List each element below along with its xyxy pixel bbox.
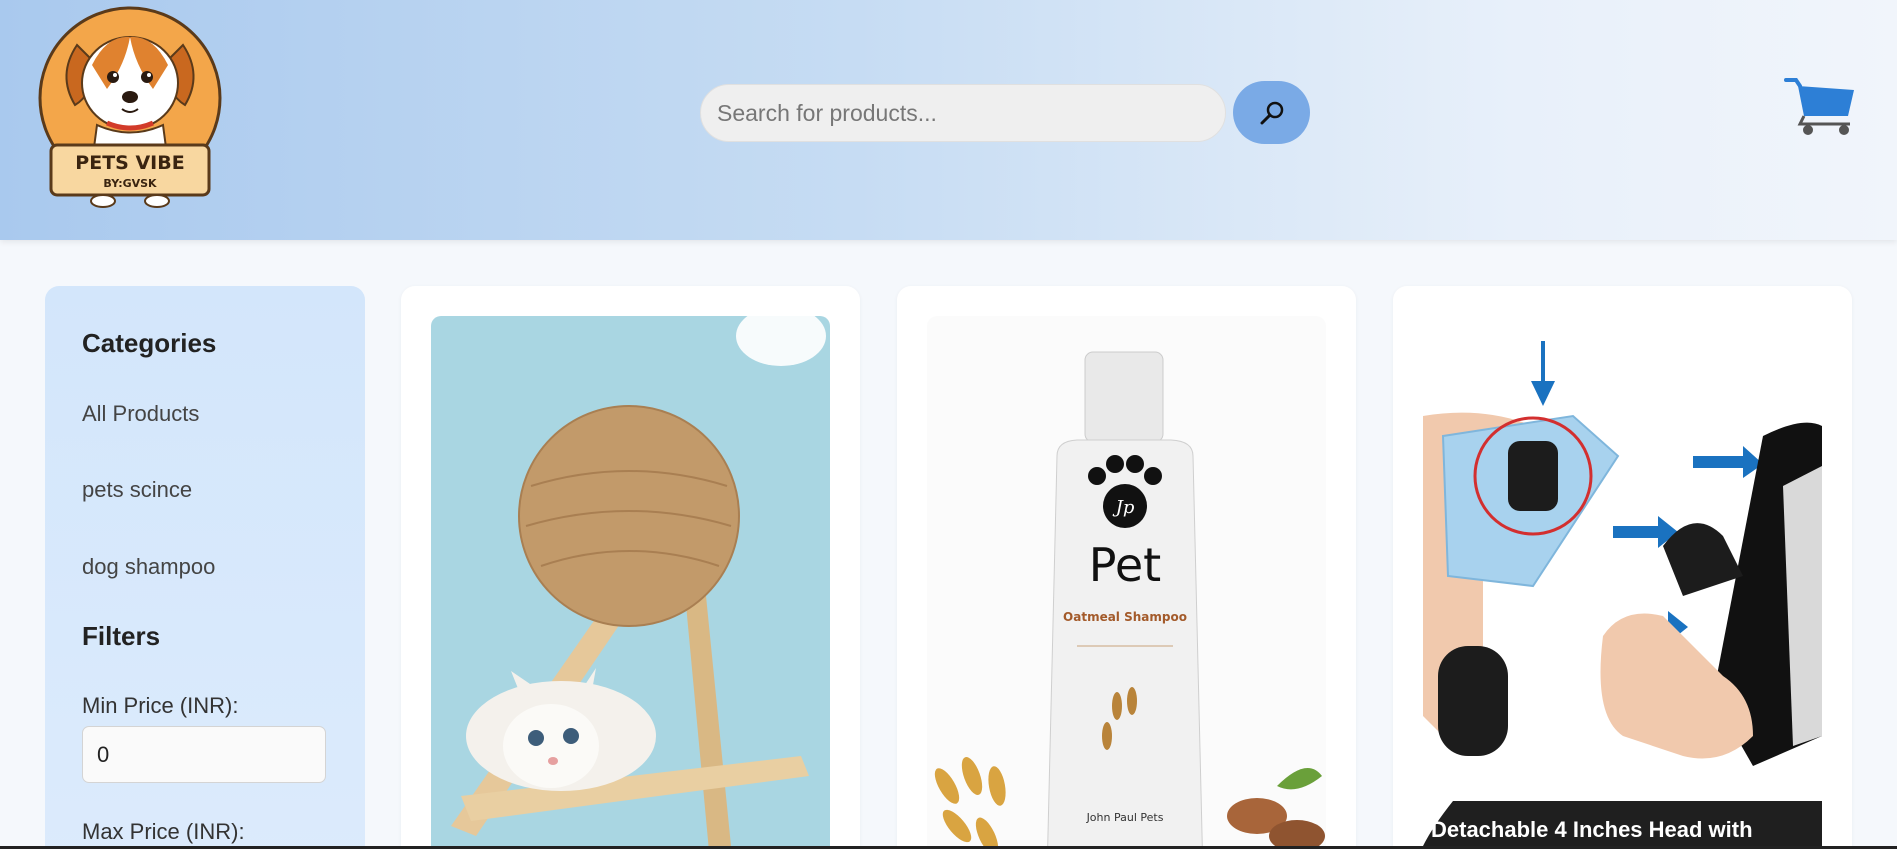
search-bar	[700, 81, 1310, 144]
min-price-label: Min Price (INR):	[82, 693, 239, 718]
categories-heading: Categories	[82, 328, 217, 358]
product-card[interactable]	[401, 286, 860, 849]
cart-button[interactable]	[1784, 76, 1856, 138]
product-image-shampoo[interactable]: Jp Pet Oatmeal Shampoo John Paul Pets	[927, 316, 1326, 849]
grooming-tool-image	[1423, 316, 1822, 849]
product-card[interactable]: Detachable 4 Inches Head with	[1393, 286, 1852, 849]
svg-text:Jp: Jp	[1112, 497, 1135, 518]
product-banner-text: Detachable 4 Inches Head with	[1431, 817, 1753, 842]
svg-text:BY:GVSK: BY:GVSK	[103, 177, 157, 190]
shopping-cart-icon	[1784, 78, 1854, 135]
filter-sidebar: Categories All Products pets scince dog …	[45, 286, 365, 849]
svg-text:PETS VIBE: PETS VIBE	[75, 152, 184, 174]
svg-text:Pet: Pet	[1089, 538, 1161, 592]
dog-logo-icon: PETS VIBE BY:GVSK	[38, 6, 222, 208]
category-dog-shampoo[interactable]: dog shampoo	[82, 554, 215, 580]
svg-text:John Paul Pets: John Paul Pets	[1086, 811, 1164, 824]
pets-vibe-logo[interactable]: PETS VIBE BY:GVSK	[37, 5, 223, 209]
site-header: PETS VIBE BY:GVSK	[0, 0, 1897, 240]
product-image-cat-toy[interactable]	[431, 316, 830, 849]
filters-heading: Filters	[82, 621, 161, 651]
svg-text:Oatmeal Shampoo: Oatmeal Shampoo	[1063, 610, 1187, 624]
product-image-grooming-tool[interactable]	[1423, 316, 1822, 849]
cat-scratch-ball-image	[431, 316, 830, 849]
search-button[interactable]	[1233, 81, 1310, 144]
product-card[interactable]: Jp Pet Oatmeal Shampoo John Paul Pets	[897, 286, 1356, 849]
min-price-input[interactable]	[82, 726, 326, 783]
search-icon	[1260, 101, 1283, 124]
category-all-products[interactable]: All Products	[82, 401, 199, 427]
category-pets-scince[interactable]: pets scince	[82, 477, 192, 503]
max-price-label: Max Price (INR):	[82, 819, 245, 844]
shampoo-bottle-image: Jp Pet Oatmeal Shampoo John Paul Pets	[927, 316, 1326, 849]
search-input[interactable]	[700, 84, 1226, 142]
